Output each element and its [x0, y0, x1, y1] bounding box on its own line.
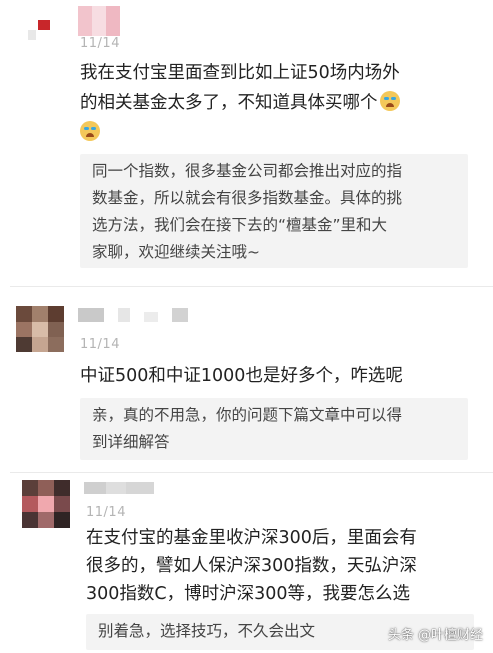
- comment-date: 11/14: [80, 337, 120, 352]
- reply-line: 选方法，我们会在接下去的“檀基金”里和大: [92, 216, 388, 234]
- crying-face-icon: [80, 121, 100, 141]
- author-reply: 亲，真的不用急，你的问题下篇文章中可以得 到详细解答: [80, 398, 468, 460]
- avatar[interactable]: [28, 14, 52, 40]
- username[interactable]: [84, 482, 154, 494]
- author-reply: 同一个指数，很多基金公司都会推出对应的指 数基金，所以就会有很多指数基金。具体的…: [80, 154, 468, 268]
- avatar[interactable]: [16, 306, 64, 352]
- watermark: 头条 @叶檀财经: [387, 628, 483, 643]
- reply-line: 到详细解答: [92, 433, 170, 451]
- comment-line: 的相关基金太多了，不知道具体买哪个: [80, 88, 480, 118]
- comment-line: 我在支付宝里面查到比如上证50场内场外: [80, 63, 400, 83]
- reply-line: 亲，真的不用急，你的问题下篇文章中可以得: [92, 406, 403, 424]
- comment-text: 在支付宝的基金里收沪深300后，里面会有 很多的，譬如人保沪深300指数，天弘沪…: [86, 524, 486, 608]
- divider: [10, 472, 493, 473]
- comment-line: 在支付宝的基金里收沪深300后，里面会有: [86, 528, 417, 548]
- comment-date: 11/14: [80, 36, 120, 51]
- reply-line: 数基金，所以就会有很多指数基金。具体的挑: [92, 189, 403, 207]
- avatar[interactable]: [22, 480, 70, 528]
- reply-line: 同一个指数，很多基金公司都会推出对应的指: [92, 162, 403, 180]
- comment-line: [80, 118, 480, 148]
- crying-face-icon: [379, 91, 400, 111]
- comment-date: 11/14: [86, 505, 126, 520]
- comment-text: 我在支付宝里面查到比如上证50场内场外 的相关基金太多了，不知道具体买哪个: [80, 58, 480, 148]
- reply-line: 家聊，欢迎继续关注哦~: [92, 243, 260, 261]
- comment-line: 300指数C，博时沪深300等，我要怎么选: [86, 584, 411, 604]
- username[interactable]: [78, 308, 188, 322]
- comment-text: 中证500和中证1000也是好多个，咋选呢: [80, 366, 403, 386]
- username[interactable]: [78, 6, 120, 36]
- comment-line: 很多的，譬如人保沪深300指数，天弘沪深: [86, 556, 417, 576]
- divider: [10, 286, 493, 287]
- comment-line-text: 的相关基金太多了，不知道具体买哪个: [80, 93, 378, 113]
